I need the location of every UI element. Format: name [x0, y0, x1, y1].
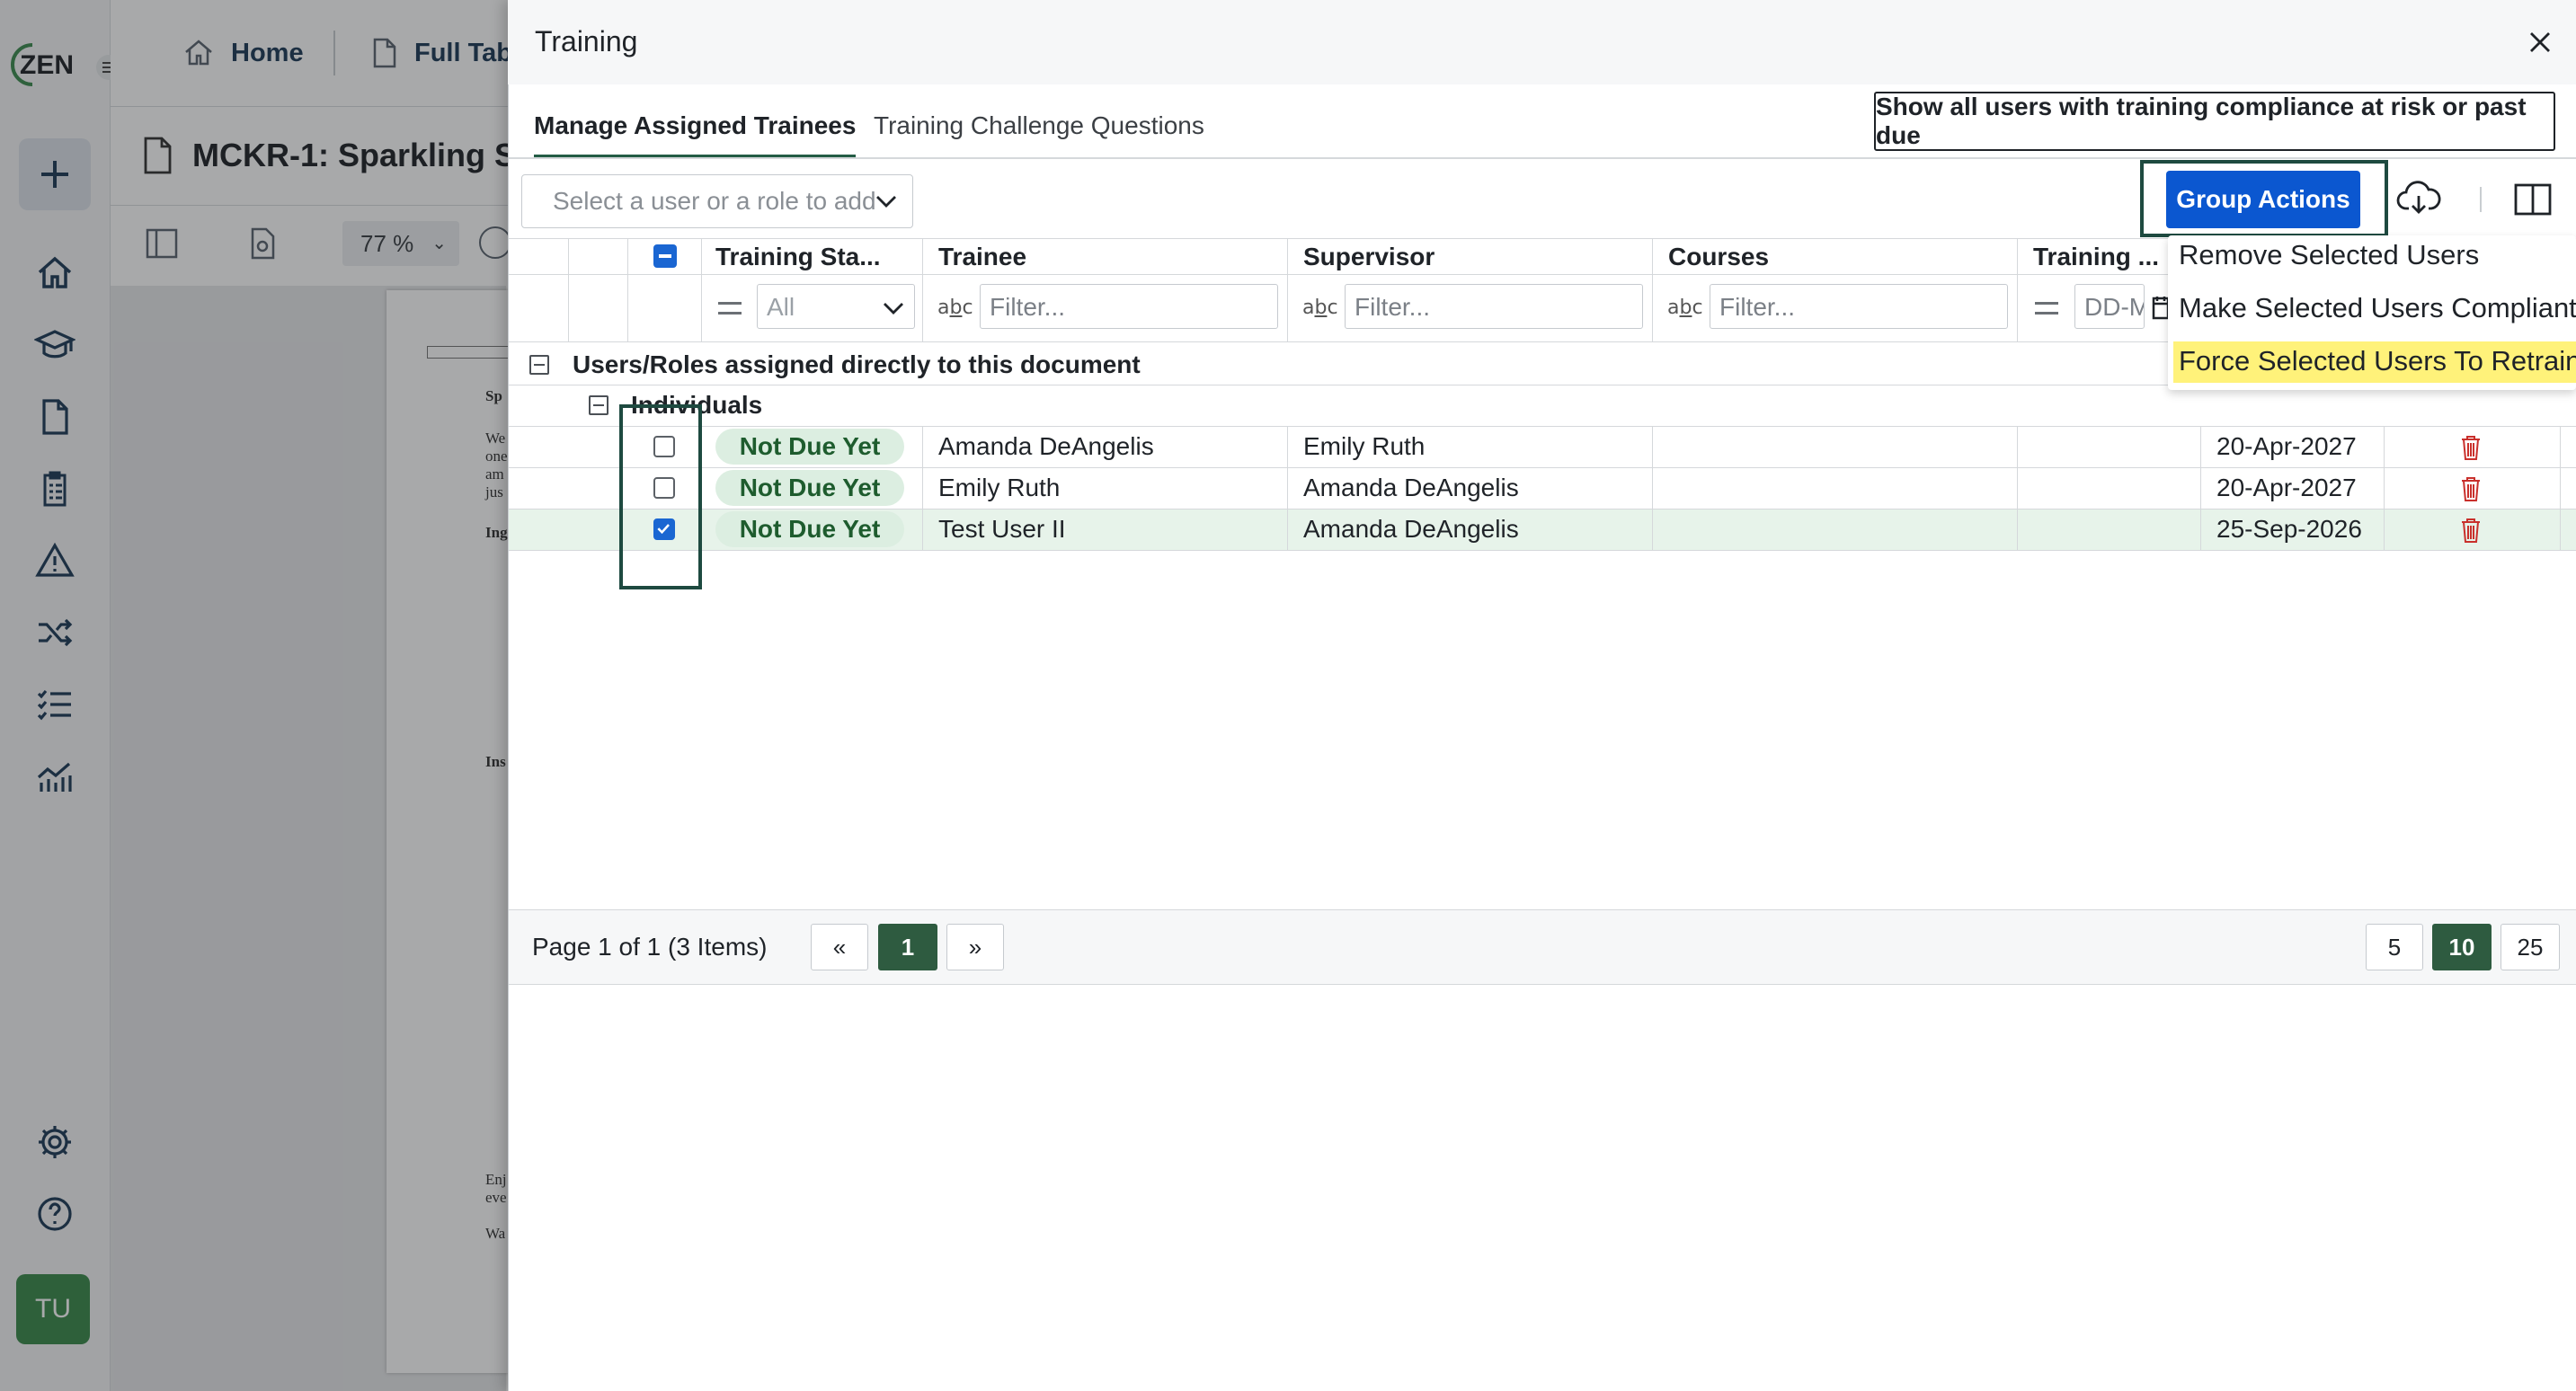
chevron-down-icon — [884, 303, 903, 315]
column-divider — [2017, 238, 2018, 341]
column-divider — [701, 238, 702, 341]
training-date-filter-input[interactable]: DD-M — [2074, 284, 2145, 329]
tab-training-challenge-questions[interactable]: Training Challenge Questions — [874, 97, 1204, 155]
status-filter-value: All — [767, 293, 795, 321]
dialog-header: Training — [508, 0, 2576, 84]
column-header-courses[interactable]: Courses — [1668, 241, 1992, 273]
due-date-cell: 20-Apr-2027 — [2216, 474, 2357, 501]
column-header-supervisor[interactable]: Supervisor — [1303, 241, 1627, 273]
trash-icon — [2462, 477, 2480, 501]
trainee-filter-input[interactable]: Filter... — [980, 284, 1278, 329]
page-size-10-button[interactable]: 10 — [2432, 924, 2492, 970]
collapse-subgroup-icon[interactable] — [589, 395, 608, 415]
supervisor-cell: Amanda DeAngelis — [1303, 474, 1519, 501]
delete-row-button[interactable] — [2459, 517, 2483, 544]
supervisor-cell: Emily Ruth — [1303, 432, 1426, 460]
text-filter-icon[interactable]: abc — [1667, 297, 1703, 319]
tab-manage-assigned-trainees[interactable]: Manage Assigned Trainees — [534, 97, 857, 158]
supervisor-cell: Amanda DeAngelis — [1303, 515, 1519, 543]
user-role-select[interactable]: Select a user or a role to add — [521, 174, 913, 228]
column-layout-icon[interactable] — [2513, 182, 2553, 217]
collapse-group-icon[interactable] — [529, 355, 549, 375]
column-header-training-status[interactable]: Training Sta... — [715, 241, 913, 273]
trash-icon — [2462, 518, 2480, 543]
status-badge: Not Due Yet — [715, 429, 904, 465]
due-date-cell: 20-Apr-2027 — [2216, 432, 2357, 460]
column-divider — [2200, 426, 2201, 550]
status-badge: Not Due Yet — [715, 470, 904, 506]
menu-item-force-selected-users-to-retrain[interactable]: Force Selected Users To Retrain — [2173, 341, 2576, 383]
close-icon[interactable] — [2525, 27, 2555, 58]
pager-summary: Page 1 of 1 (3 Items) — [532, 933, 768, 961]
user-role-select-placeholder: Select a user or a role to add — [553, 187, 876, 215]
supervisor-filter-input[interactable]: Filter... — [1345, 284, 1643, 329]
column-header-training[interactable]: Training ... — [2033, 241, 2177, 273]
show-at-risk-users-button[interactable]: Show all users with training compliance … — [1874, 92, 2555, 151]
checkbox-highlight-frame — [619, 404, 702, 589]
modal-backdrop[interactable] — [0, 0, 508, 1391]
page-size-25-button[interactable]: 25 — [2500, 924, 2560, 970]
column-header-trainee[interactable]: Trainee — [938, 241, 1262, 273]
status-badge: Not Due Yet — [715, 511, 904, 547]
text-filter-icon[interactable]: abc — [1302, 297, 1338, 319]
column-divider — [2017, 426, 2018, 550]
column-divider — [922, 426, 923, 550]
courses-filter-input[interactable]: Filter... — [1710, 284, 2008, 329]
status-filter-select[interactable]: All — [757, 284, 915, 329]
prev-page-button[interactable]: « — [811, 924, 868, 970]
select-all-checkbox[interactable] — [653, 244, 677, 268]
column-divider — [627, 238, 628, 341]
column-divider — [2384, 426, 2385, 550]
group-actions-label: Group Actions — [2176, 185, 2350, 213]
toolbar-separator — [2480, 187, 2482, 212]
due-date-cell: 25-Sep-2026 — [2216, 515, 2362, 543]
menu-item-remove-selected-users[interactable]: Remove Selected Users — [2173, 235, 2484, 277]
group-actions-button[interactable]: Group Actions — [2166, 171, 2360, 228]
dialog-title: Training — [535, 25, 638, 58]
column-divider — [2560, 426, 2561, 550]
trainee-cell: Amanda DeAngelis — [938, 432, 1154, 460]
page-size-5-button[interactable]: 5 — [2366, 924, 2423, 970]
calendar-icon[interactable] — [2152, 295, 2170, 320]
column-divider — [1652, 426, 1653, 550]
column-divider — [1652, 238, 1653, 341]
text-filter-icon[interactable]: abc — [937, 297, 973, 319]
trainee-cell: Emily Ruth — [938, 474, 1061, 501]
column-divider — [922, 238, 923, 341]
group-label: Users/Roles assigned directly to this do… — [573, 350, 1141, 378]
cloud-download-icon[interactable] — [2396, 178, 2441, 219]
page-1-button[interactable]: 1 — [878, 924, 937, 970]
row-divider — [509, 550, 2576, 551]
column-divider — [1287, 426, 1288, 550]
tabs-divider — [509, 157, 2576, 159]
equals-operator-icon[interactable] — [2035, 302, 2058, 315]
chevron-down-icon — [876, 196, 896, 208]
trainee-cell: Test User II — [938, 515, 1066, 543]
column-divider — [568, 238, 569, 341]
equals-operator-icon[interactable] — [718, 302, 742, 315]
trash-icon — [2462, 436, 2480, 460]
column-divider — [1287, 238, 1288, 341]
delete-row-button[interactable] — [2459, 434, 2483, 461]
next-page-button[interactable]: » — [946, 924, 1004, 970]
delete-row-button[interactable] — [2459, 475, 2483, 502]
menu-item-make-selected-users-compliant[interactable]: Make Selected Users Compliant — [2173, 288, 2576, 330]
